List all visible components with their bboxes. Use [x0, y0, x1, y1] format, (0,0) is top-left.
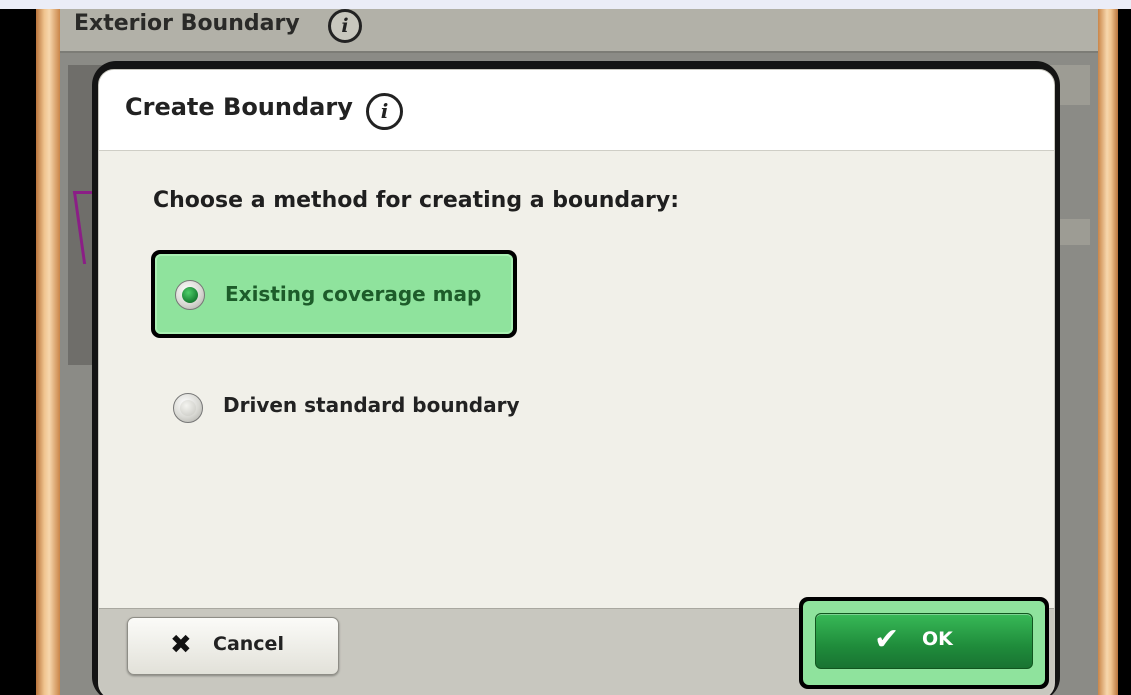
create-boundary-dialog: Create Boundary i Choose a method for cr… [98, 69, 1055, 695]
radio-unchecked-icon[interactable] [173, 393, 203, 423]
ok-focus-frame: ✔ OK [799, 597, 1049, 689]
ok-label: OK [922, 628, 953, 650]
cancel-label: Cancel [213, 633, 284, 655]
device-screen: Exterior Boundary i Create Boundary i Ch… [0, 9, 1131, 695]
option-label: Driven standard boundary [223, 393, 520, 417]
cancel-button[interactable]: ✖ Cancel [127, 617, 339, 675]
background-title: Exterior Boundary [74, 11, 300, 36]
method-prompt: Choose a method for creating a boundary: [153, 188, 680, 213]
dialog-title: Create Boundary [125, 93, 353, 121]
background-header: Exterior Boundary i [60, 9, 1098, 53]
option-driven-standard-boundary[interactable]: Driven standard boundary [155, 370, 575, 440]
option-existing-coverage-map[interactable]: Existing coverage map [151, 250, 517, 338]
screen-frame-right [1098, 9, 1118, 695]
ok-button[interactable]: ✔ OK [815, 613, 1033, 669]
close-icon: ✖ [170, 630, 192, 660]
option-label: Existing coverage map [225, 282, 482, 306]
screen-frame-left [36, 9, 60, 695]
dialog-footer: ✖ Cancel ✔ OK [99, 597, 1054, 695]
info-icon[interactable]: i [366, 93, 403, 130]
ok-focus-highlight: ✔ OK [803, 601, 1045, 685]
dialog-header: Create Boundary i [99, 70, 1054, 151]
checkmark-icon: ✔ [874, 622, 900, 657]
radio-checked-icon[interactable] [175, 280, 205, 310]
background-info-icon[interactable]: i [328, 9, 362, 43]
option-highlight: Existing coverage map [155, 254, 513, 334]
